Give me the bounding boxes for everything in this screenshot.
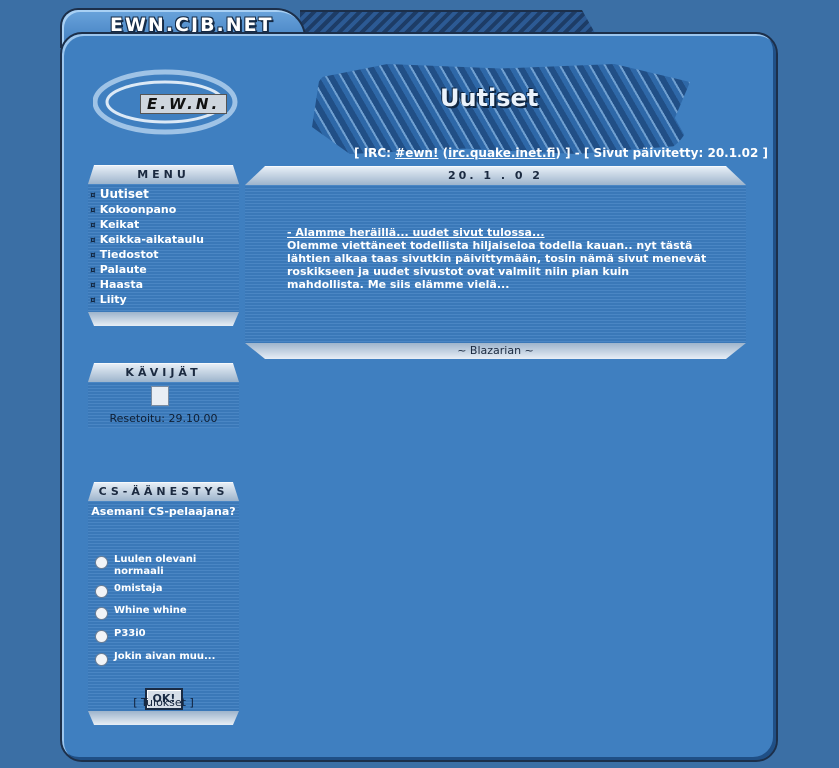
menu-item-liity[interactable]: ¤ Liity [90, 293, 239, 308]
menu-item-tiedostot[interactable]: ¤ Tiedostot [90, 248, 239, 263]
bullet-icon: ¤ [90, 281, 96, 291]
irc-open-paren: ( [438, 146, 449, 160]
radio-button[interactable] [95, 653, 108, 666]
irc-prefix: [ IRC: [354, 146, 396, 160]
radio-button[interactable] [95, 556, 108, 569]
visitors-title: KÄVIJÄT [88, 363, 239, 382]
results-link[interactable]: [ Tulokset ] [88, 696, 239, 709]
visitors-body: Resetoitu: 29.10.00 [88, 382, 239, 428]
banner-title: Uutiset [440, 84, 539, 112]
radio-button[interactable] [95, 607, 108, 620]
poll-panel: CS-ÄÄNESTYS Asemani CS-pelaajana? Luulen… [88, 482, 239, 725]
bullet-icon: ¤ [90, 236, 96, 246]
news-date: 20. 1 . 0 2 [245, 166, 746, 185]
radio-button[interactable] [95, 630, 108, 643]
bullet-icon: ¤ [90, 206, 96, 216]
menu-item-keikat[interactable]: ¤ Keikat [90, 218, 239, 233]
menu-body: ¤ Uutiset ¤ Kokoonpano ¤ Keikat ¤ Keikka-aik… [88, 184, 239, 312]
poll-option[interactable]: Jokin aivan muu... [95, 651, 224, 666]
menu-item-uutiset[interactable]: ¤ Uutiset [90, 188, 239, 203]
info-line: [ IRC: #ewn! (irc.quake.inet.fi) ] - [ S… [354, 146, 768, 160]
news-headline[interactable]: - Alamme heräillä... uudet sivut tulossa… [287, 226, 545, 239]
poll-body: Asemani CS-pelaajana? Luulen olevani nor… [88, 501, 239, 711]
menu-item-haasta[interactable]: ¤ Haasta [90, 278, 239, 293]
poll-footer [88, 711, 239, 725]
bullet-icon: ¤ [90, 296, 96, 306]
menu-item-kokoonpano[interactable]: ¤ Kokoonpano [90, 203, 239, 218]
irc-server-link[interactable]: irc.quake.inet.fi [448, 146, 555, 160]
bullet-icon: ¤ [90, 221, 96, 231]
reset-text: Resetoitu: 29.10.00 [109, 412, 218, 425]
irc-channel-link[interactable]: #ewn! [395, 146, 438, 160]
menu-title: MENU [88, 165, 239, 184]
logo-text: E.W.N. [140, 94, 228, 114]
updated-text: ) ] - [ Sivut päivitetty: 20.1.02 ] [555, 146, 768, 160]
counter-image-icon [151, 386, 169, 406]
poll-title: CS-ÄÄNESTYS [88, 482, 239, 501]
bullet-icon: ¤ [90, 191, 96, 201]
news-text: Olemme viettäneet todellista hiljaiseloa… [287, 239, 707, 291]
visitors-panel: KÄVIJÄT Resetoitu: 29.10.00 [88, 363, 239, 428]
news-body: - Alamme heräillä... uudet sivut tulossa… [245, 185, 746, 343]
menu-item-palaute[interactable]: ¤ Palaute [90, 263, 239, 278]
poll-option[interactable]: 0mistaja [95, 583, 224, 598]
news-panel: 20. 1 . 0 2 - Alamme heräillä... uudet s… [245, 166, 746, 359]
menu-panel: MENU ¤ Uutiset ¤ Kokoonpano ¤ Keikat ¤ Keikk… [88, 165, 239, 326]
poll-option[interactable]: Luulen olevani normaali [95, 554, 224, 578]
radio-button[interactable] [95, 585, 108, 598]
menu-item-keikka-aikataulu[interactable]: ¤ Keikka-aikataulu [90, 233, 239, 248]
poll-option[interactable]: P33i0 [95, 628, 224, 643]
news-signature: ~ Blazarian ~ [245, 343, 746, 359]
poll-question: Asemani CS-pelaajana? [91, 505, 236, 518]
bullet-icon: ¤ [90, 251, 96, 261]
poll-option[interactable]: Whine whine [95, 605, 224, 620]
bullet-icon: ¤ [90, 266, 96, 276]
menu-footer [88, 312, 239, 326]
